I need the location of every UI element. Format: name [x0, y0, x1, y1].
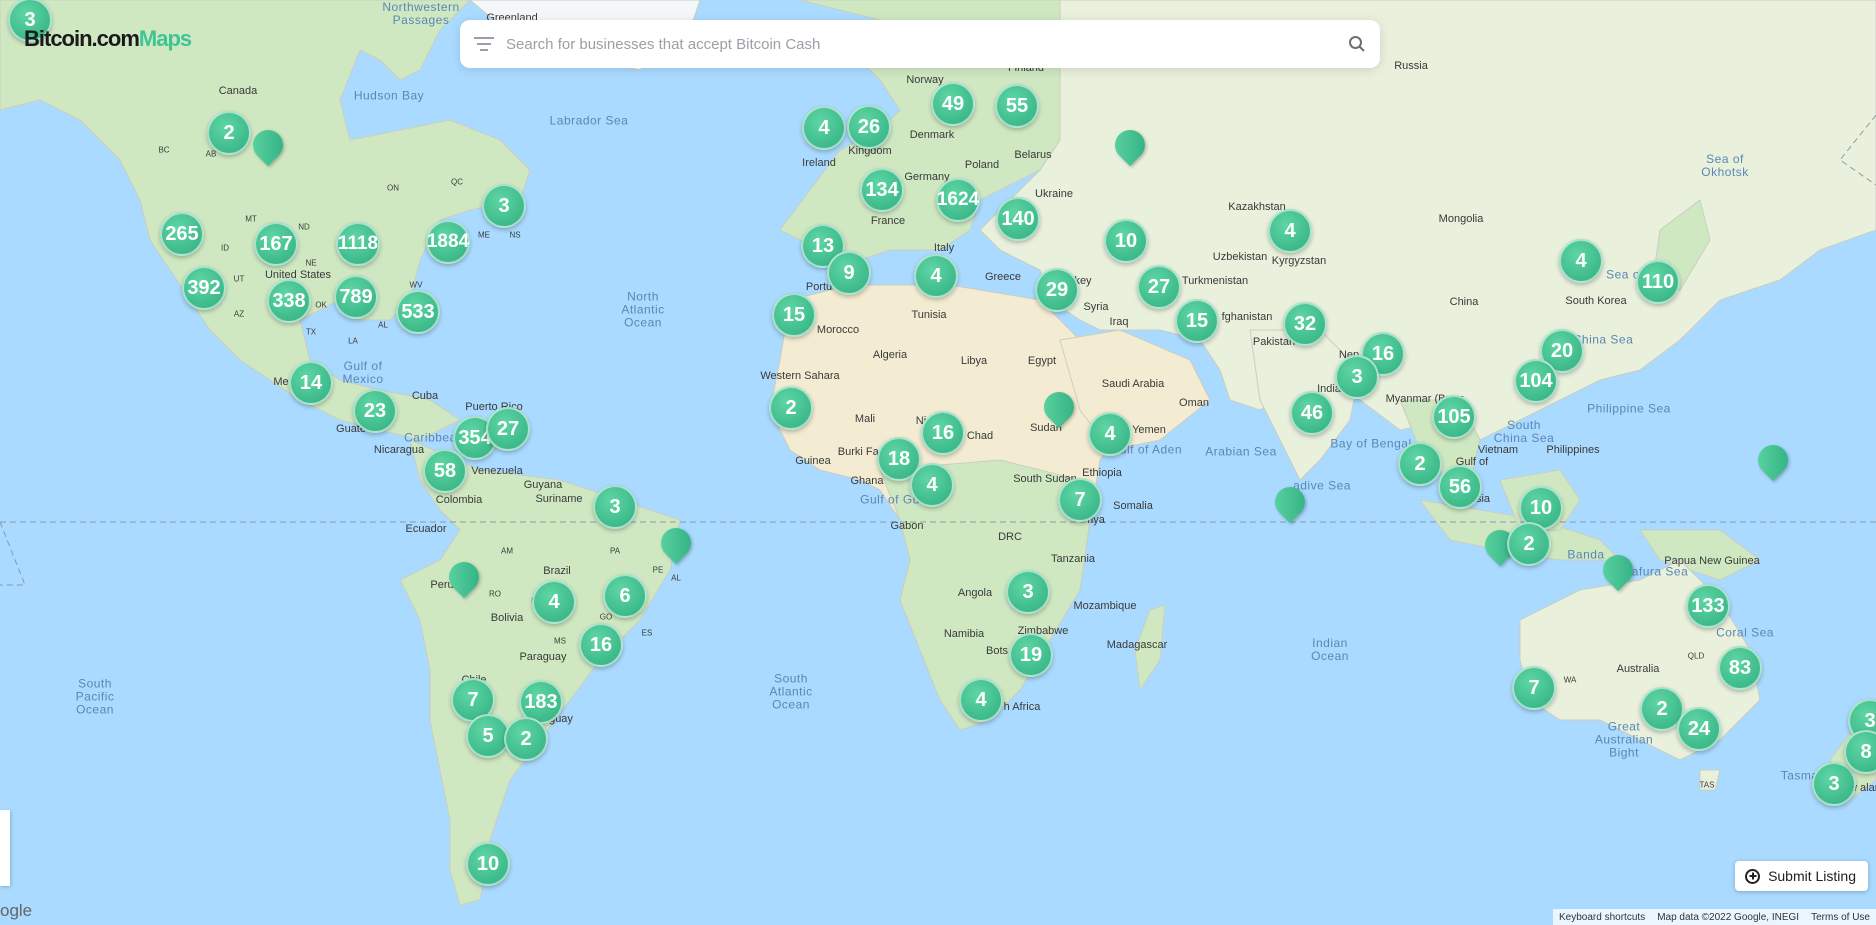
cluster-marker-central-europe[interactable]: 1624 — [936, 178, 980, 222]
cluster-marker-western-australia[interactable]: 7 — [1512, 666, 1556, 710]
cluster-marker-us-texas[interactable]: 338 — [267, 279, 311, 323]
cluster-marker-japan[interactable]: 110 — [1636, 260, 1680, 304]
keyboard-shortcuts-link[interactable]: Keyboard shortcuts — [1559, 912, 1645, 923]
logo-brand: Bitcoin.com — [24, 26, 140, 51]
cluster-marker-bangladesh[interactable]: 3 — [1335, 355, 1379, 399]
cluster-marker-south-africa[interactable]: 4 — [959, 678, 1003, 722]
cluster-marker-patagonia[interactable]: 10 — [466, 842, 510, 886]
search-icon[interactable] — [1348, 35, 1366, 53]
cluster-marker-mexico[interactable]: 14 — [289, 361, 333, 405]
cluster-marker-france[interactable]: 134 — [860, 168, 904, 212]
terms-link[interactable]: Terms of Use — [1811, 912, 1870, 923]
submit-listing-button[interactable]: Submit Listing — [1735, 861, 1868, 891]
cluster-marker-morocco[interactable]: 15 — [772, 293, 816, 337]
cluster-marker-uk[interactable]: 26 — [847, 105, 891, 149]
cluster-marker-india-north[interactable]: 32 — [1283, 302, 1327, 346]
cluster-marker-melbourne[interactable]: 24 — [1677, 707, 1721, 751]
cluster-marker-us-california[interactable]: 392 — [182, 266, 226, 310]
cluster-marker-caucasus[interactable]: 10 — [1104, 219, 1148, 263]
cluster-marker-queensland[interactable]: 133 — [1686, 584, 1730, 628]
search-input[interactable] — [504, 34, 1348, 54]
cluster-marker-kyrgyzstan[interactable]: 4 — [1268, 209, 1312, 253]
cluster-marker-norway[interactable]: 49 — [931, 82, 975, 126]
cluster-marker-brazil-east[interactable]: 6 — [603, 574, 647, 618]
cluster-marker-central-america[interactable]: 23 — [353, 389, 397, 433]
add-circle-icon — [1745, 868, 1761, 884]
filter-icon[interactable] — [474, 36, 494, 52]
cluster-marker-us-northwest[interactable]: 265 — [160, 212, 204, 256]
cluster-marker-singapore[interactable]: 56 — [1438, 465, 1482, 509]
google-logo: ogle — [0, 901, 33, 920]
cluster-marker-guyana[interactable]: 3 — [593, 485, 637, 529]
cluster-marker-brisbane[interactable]: 83 — [1718, 646, 1762, 690]
cluster-marker-canada-west[interactable]: 2 — [207, 111, 251, 155]
map-data-text: Map data ©2022 Google, INEGI — [1657, 911, 1800, 923]
cluster-marker-nigeria[interactable]: 16 — [921, 411, 965, 455]
cluster-marker-us-south[interactable]: 789 — [334, 275, 378, 319]
map-attribution: Keyboard shortcuts Map data ©2022 Google… — [1553, 909, 1876, 925]
cluster-marker-korea[interactable]: 4 — [1559, 239, 1603, 283]
cluster-marker-us-midwest[interactable]: 1118 — [336, 222, 380, 266]
cluster-marker-mauritania[interactable]: 2 — [769, 386, 813, 430]
cluster-marker-brazil-west[interactable]: 4 — [532, 580, 576, 624]
map-side-control[interactable] — [0, 810, 10, 886]
cluster-marker-canada-east[interactable]: 3 — [482, 184, 526, 228]
cluster-marker-us-mountain[interactable]: 167 — [254, 222, 298, 266]
cluster-marker-colombia[interactable]: 58 — [423, 449, 467, 493]
submit-listing-label: Submit Listing — [1768, 868, 1856, 884]
cluster-marker-indonesia[interactable]: 2 — [1507, 522, 1551, 566]
cluster-marker-us-northeast[interactable]: 1884 — [426, 220, 470, 264]
cluster-marker-thailand[interactable]: 105 — [1432, 395, 1476, 439]
search-bar — [460, 20, 1380, 68]
cluster-marker-us-southeast[interactable]: 533 — [396, 290, 440, 334]
cluster-marker-zimbabwe[interactable]: 19 — [1009, 633, 1053, 677]
cluster-marker-iran[interactable]: 27 — [1137, 265, 1181, 309]
cluster-marker-ethiopia[interactable]: 4 — [1088, 412, 1132, 456]
cluster-marker-portugal[interactable]: 9 — [827, 251, 871, 295]
cluster-marker-uruguay[interactable]: 2 — [504, 717, 548, 761]
cluster-marker-pakistan[interactable]: 15 — [1175, 299, 1219, 343]
cluster-marker-turkey[interactable]: 29 — [1035, 268, 1079, 312]
cluster-marker-cameroon[interactable]: 4 — [910, 463, 954, 507]
cluster-marker-kenya[interactable]: 7 — [1058, 478, 1102, 522]
cluster-marker-new-zealand[interactable]: 3 — [1812, 762, 1856, 806]
cluster-marker-italy[interactable]: 4 — [914, 254, 958, 298]
cluster-marker-ireland[interactable]: 4 — [802, 106, 846, 150]
bitcoin-com-maps-logo[interactable]: Bitcoin.comMaps — [24, 26, 192, 52]
cluster-marker-puerto-rico[interactable]: 27 — [486, 407, 530, 451]
cluster-marker-zambia[interactable]: 3 — [1006, 570, 1050, 614]
cluster-marker-finland[interactable]: 55 — [995, 84, 1039, 128]
logo-product: Maps — [138, 26, 192, 51]
cluster-marker-brazil-south[interactable]: 16 — [579, 623, 623, 667]
cluster-marker-hong-kong[interactable]: 104 — [1514, 359, 1558, 403]
cluster-marker-malaysia[interactable]: 2 — [1398, 442, 1442, 486]
cluster-marker-india-south[interactable]: 46 — [1290, 391, 1334, 435]
cluster-marker-eastern-europe[interactable]: 140 — [996, 197, 1040, 241]
